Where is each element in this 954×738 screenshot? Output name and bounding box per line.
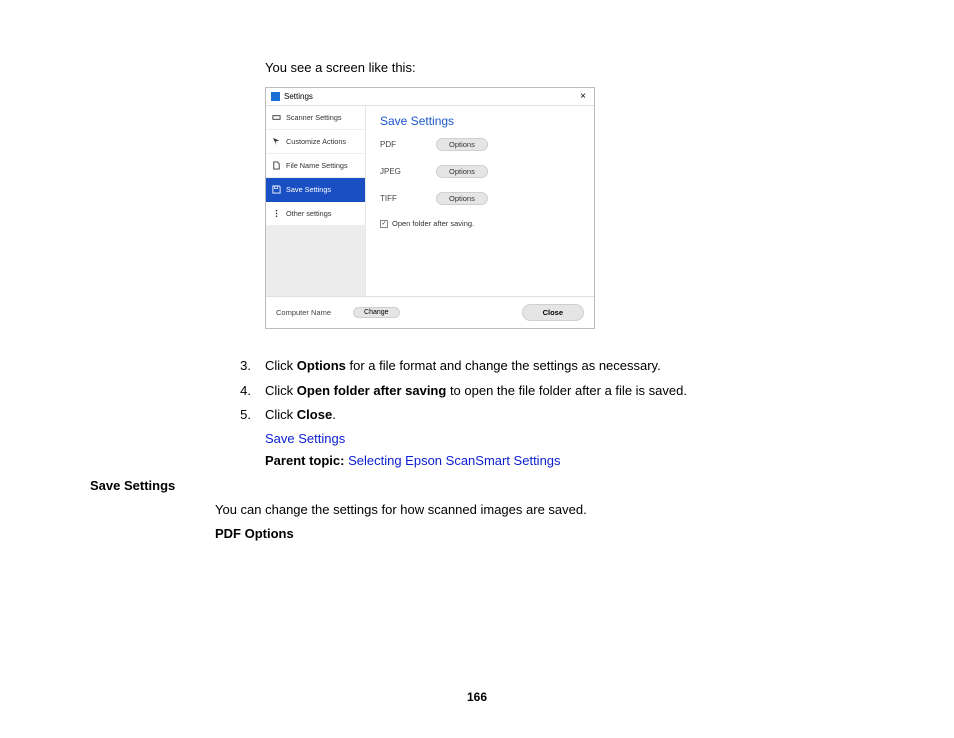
format-label-pdf: PDF xyxy=(380,140,410,149)
settings-dialog: Settings × Scanner Settings xyxy=(265,87,595,329)
step-number: 5. xyxy=(225,406,251,424)
sidebar-item-label: Save Settings xyxy=(286,185,331,194)
sidebar-item-save-settings[interactable]: Save Settings xyxy=(266,178,365,202)
open-folder-checkbox[interactable]: ✓ xyxy=(380,220,388,228)
screenshot-figure: Settings × Scanner Settings xyxy=(265,87,864,329)
app-icon xyxy=(271,92,280,101)
intro-text: You see a screen like this: xyxy=(265,60,864,75)
scanner-icon xyxy=(272,113,281,122)
open-folder-row: ✓ Open folder after saving. xyxy=(380,219,584,228)
format-label-jpeg: JPEG xyxy=(380,167,410,176)
save-settings-link-line: Save Settings xyxy=(265,431,864,446)
more-icon xyxy=(272,209,281,218)
row-tiff: TIFF Options xyxy=(380,192,584,205)
row-jpeg: JPEG Options xyxy=(380,165,584,178)
section-body-text: You can change the settings for how scan… xyxy=(215,502,864,517)
step-text: Click Close. xyxy=(265,406,864,424)
dialog-title: Settings xyxy=(284,92,313,101)
sidebar-item-label: Scanner Settings xyxy=(286,113,342,122)
dialog-footer: Computer Name Change Close xyxy=(266,296,594,328)
sidebar-nav: Scanner Settings Customize Actions File … xyxy=(266,106,366,296)
file-icon xyxy=(272,161,281,170)
save-icon xyxy=(272,185,281,194)
sidebar-item-label: Customize Actions xyxy=(286,137,346,146)
sidebar-item-scanner-settings[interactable]: Scanner Settings xyxy=(266,106,365,130)
save-settings-panel: Save Settings PDF Options JPEG Options T… xyxy=(366,106,594,296)
change-button[interactable]: Change xyxy=(353,307,400,318)
step-number: 3. xyxy=(225,357,251,375)
step-text: Click Open folder after saving to open t… xyxy=(265,382,864,400)
open-folder-label: Open folder after saving. xyxy=(392,219,474,228)
row-pdf: PDF Options xyxy=(380,138,584,151)
sidebar-item-label: Other settings xyxy=(286,209,331,218)
panel-title: Save Settings xyxy=(380,114,584,128)
step-list: 3. Click Options for a file format and c… xyxy=(225,357,864,424)
save-settings-link[interactable]: Save Settings xyxy=(265,431,345,446)
parent-topic-line: Parent topic: Selecting Epson ScanSmart … xyxy=(265,453,864,468)
options-button-tiff[interactable]: Options xyxy=(436,192,488,205)
section-heading-save-settings: Save Settings xyxy=(90,478,864,493)
sidebar-item-other-settings[interactable]: Other settings xyxy=(266,202,365,226)
pdf-options-heading: PDF Options xyxy=(215,526,864,541)
step-3: 3. Click Options for a file format and c… xyxy=(225,357,864,375)
cursor-icon xyxy=(272,137,281,146)
step-5: 5. Click Close. xyxy=(225,406,864,424)
step-4: 4. Click Open folder after saving to ope… xyxy=(225,382,864,400)
parent-topic-label: Parent topic: xyxy=(265,453,348,468)
format-label-tiff: TIFF xyxy=(380,194,410,203)
parent-topic-link[interactable]: Selecting Epson ScanSmart Settings xyxy=(348,453,560,468)
close-button[interactable]: Close xyxy=(522,304,584,321)
sidebar-item-customize-actions[interactable]: Customize Actions xyxy=(266,130,365,154)
options-button-jpeg[interactable]: Options xyxy=(436,165,488,178)
computer-name-label: Computer Name xyxy=(276,308,331,317)
dialog-titlebar: Settings × xyxy=(266,88,594,106)
page-number: 166 xyxy=(0,690,954,704)
step-text: Click Options for a file format and chan… xyxy=(265,357,864,375)
sidebar-empty-area xyxy=(266,226,365,296)
options-button-pdf[interactable]: Options xyxy=(436,138,488,151)
close-icon[interactable]: × xyxy=(577,91,589,102)
sidebar-item-label: File Name Settings xyxy=(286,161,348,170)
sidebar-item-file-name-settings[interactable]: File Name Settings xyxy=(266,154,365,178)
step-number: 4. xyxy=(225,382,251,400)
